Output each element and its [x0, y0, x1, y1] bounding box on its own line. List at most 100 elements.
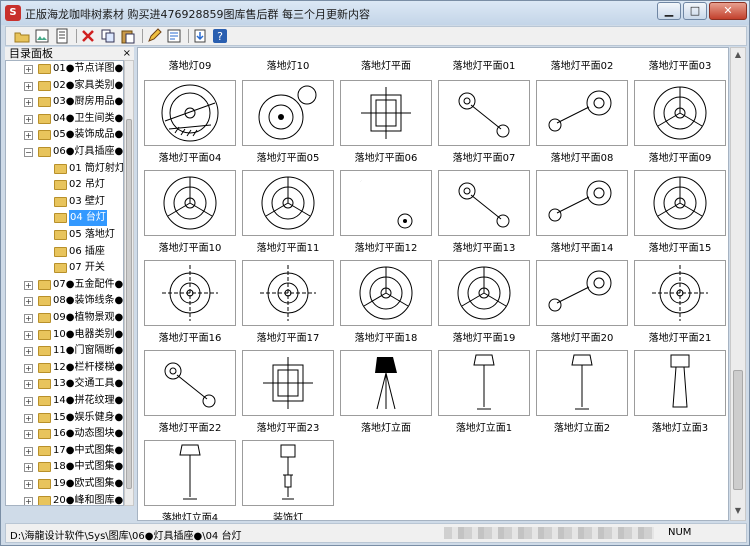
- folder-icon: [54, 196, 67, 207]
- thumbnail-item[interactable]: [144, 80, 236, 146]
- open-folder-icon[interactable]: [14, 28, 30, 44]
- expand-toggle[interactable]: +: [24, 463, 33, 473]
- expand-toggle[interactable]: +: [24, 496, 33, 505]
- thumbnail-item[interactable]: [438, 350, 530, 416]
- delete-icon[interactable]: [80, 28, 96, 44]
- expand-toggle[interactable]: +: [24, 314, 33, 323]
- thumbnail-caption: 落地灯平面15: [648, 243, 712, 254]
- thumbnail-item[interactable]: [242, 170, 334, 236]
- thumbnail-item[interactable]: [438, 260, 530, 326]
- thumbnail-item[interactable]: [144, 350, 236, 416]
- folder-icon: [54, 180, 67, 191]
- expand-toggle[interactable]: +: [24, 280, 33, 290]
- thumbnail-item[interactable]: [340, 170, 432, 236]
- scroll-up-icon[interactable]: ▲: [733, 50, 743, 60]
- thumbnail-item[interactable]: [144, 440, 236, 506]
- scroll-down-icon[interactable]: ▼: [733, 506, 743, 516]
- status-blurred-region: [444, 527, 654, 539]
- thumbnail-item[interactable]: [536, 350, 628, 416]
- tree-item-label: 03 壁灯: [69, 195, 105, 207]
- expand-toggle[interactable]: +: [24, 297, 33, 307]
- expand-toggle[interactable]: +: [24, 480, 33, 489]
- minimize-button[interactable]: ▁: [657, 2, 681, 20]
- help-icon[interactable]: ?: [212, 28, 228, 44]
- thumbnail-item[interactable]: [536, 80, 628, 146]
- tree-scrollbar[interactable]: [124, 60, 134, 506]
- thumbnail-item[interactable]: [242, 260, 334, 326]
- thumbnail-item[interactable]: [340, 350, 432, 416]
- thumbnail-item[interactable]: [536, 260, 628, 326]
- expand-toggle[interactable]: +: [24, 65, 33, 74]
- properties-icon[interactable]: [166, 28, 182, 44]
- thumbnail-item[interactable]: [634, 80, 726, 146]
- folder-icon: [38, 329, 51, 340]
- lamp-plan-arm-icon: [548, 90, 612, 132]
- thumbnail-item[interactable]: [340, 80, 432, 146]
- tree-item-label: 10●电器类别●: [53, 328, 124, 340]
- tree-scroll-thumb[interactable]: [126, 119, 132, 489]
- thumbnail-item[interactable]: [340, 260, 432, 326]
- folder-icon: [54, 230, 67, 240]
- expand-toggle[interactable]: +: [24, 81, 33, 91]
- tree-item-label: 12●栏杆楼梯●: [53, 361, 124, 373]
- expand-toggle[interactable]: +: [24, 347, 33, 357]
- expand-toggle[interactable]: +: [24, 430, 33, 440]
- tree-item-label: 11●门窗隔断●: [53, 345, 124, 357]
- lamp-elevation-tall-icon: [670, 354, 690, 408]
- document-icon[interactable]: [54, 28, 70, 44]
- content-scroll-thumb[interactable]: [733, 370, 743, 490]
- panel-close-button[interactable]: ×: [123, 47, 131, 60]
- expand-toggle[interactable]: +: [24, 114, 33, 124]
- close-button[interactable]: ✕: [709, 2, 747, 20]
- expand-toggle[interactable]: +: [24, 446, 33, 456]
- thumbnail-item[interactable]: [634, 170, 726, 236]
- folder-icon: [54, 163, 67, 174]
- folder-icon: [38, 346, 51, 357]
- svg-text:?: ?: [217, 30, 223, 43]
- lamp-plan-double-circle-icon: [258, 85, 317, 140]
- thumbnail-item[interactable]: [242, 350, 334, 416]
- collapse-toggle[interactable]: −: [24, 148, 33, 157]
- thumbnail-item[interactable]: [242, 80, 334, 146]
- expand-toggle[interactable]: +: [24, 397, 33, 406]
- expand-toggle[interactable]: +: [24, 330, 33, 340]
- tree-item-label: 15●娱乐健身●: [53, 411, 124, 423]
- thumbnail-grid[interactable]: 落地灯09 落地灯10 落地灯平面 落地灯平面01 落地灯平面02 落地灯平面03 落地灯平…: [137, 47, 729, 521]
- copy-icon[interactable]: [100, 28, 116, 44]
- status-path: D:\海龍设计软件\Sys\图库\06●灯具插座●\04 台灯: [10, 531, 242, 542]
- folder-icon: [38, 296, 51, 307]
- content-scrollbar[interactable]: ▲ ▼: [730, 47, 746, 521]
- folder-icon: [54, 213, 67, 224]
- expand-toggle[interactable]: +: [24, 98, 33, 108]
- tree-item-label: 07●五金配件●: [53, 278, 124, 290]
- thumbnail-item[interactable]: [634, 260, 726, 326]
- app-icon: S: [5, 5, 21, 21]
- thumbnail-caption: 落地灯平面21: [648, 333, 712, 344]
- folder-icon: [38, 495, 51, 505]
- directory-panel-title: 目录面板: [9, 47, 53, 60]
- directory-tree[interactable]: +01●节点详图● +02●家具类别● +03●厨房用品● +04●卫生间类● +05●…: [5, 60, 124, 506]
- tree-item-label: 19●欧式图集●: [53, 478, 124, 489]
- expand-toggle[interactable]: +: [24, 131, 33, 141]
- toolbar-separator: [142, 29, 143, 43]
- tree-item-label: 02●家具类别●: [53, 79, 124, 91]
- thumbnail-item[interactable]: [242, 440, 334, 506]
- expand-toggle[interactable]: +: [24, 413, 33, 423]
- title-bar[interactable]: S 正版海龙咖啡树素材 购买进476928859图库售后群 每三个月更新内容 ▁…: [1, 1, 749, 25]
- thumbnail-item[interactable]: [144, 260, 236, 326]
- toolbar-separator: [188, 29, 189, 43]
- expand-toggle[interactable]: +: [24, 380, 33, 390]
- decorative-lamp-icon: [280, 444, 296, 500]
- thumbnail-item[interactable]: [438, 80, 530, 146]
- thumbnail-item[interactable]: [634, 350, 726, 416]
- edit-icon[interactable]: [146, 28, 162, 44]
- image-icon[interactable]: [34, 28, 50, 44]
- thumbnail-item[interactable]: [144, 170, 236, 236]
- import-icon[interactable]: [192, 28, 208, 44]
- thumbnail-item[interactable]: [536, 170, 628, 236]
- toolbar: ?: [5, 26, 747, 46]
- thumbnail-item[interactable]: [438, 170, 530, 236]
- paste-icon[interactable]: [120, 28, 136, 44]
- expand-toggle[interactable]: +: [24, 363, 33, 373]
- maximize-button[interactable]: □: [683, 2, 707, 20]
